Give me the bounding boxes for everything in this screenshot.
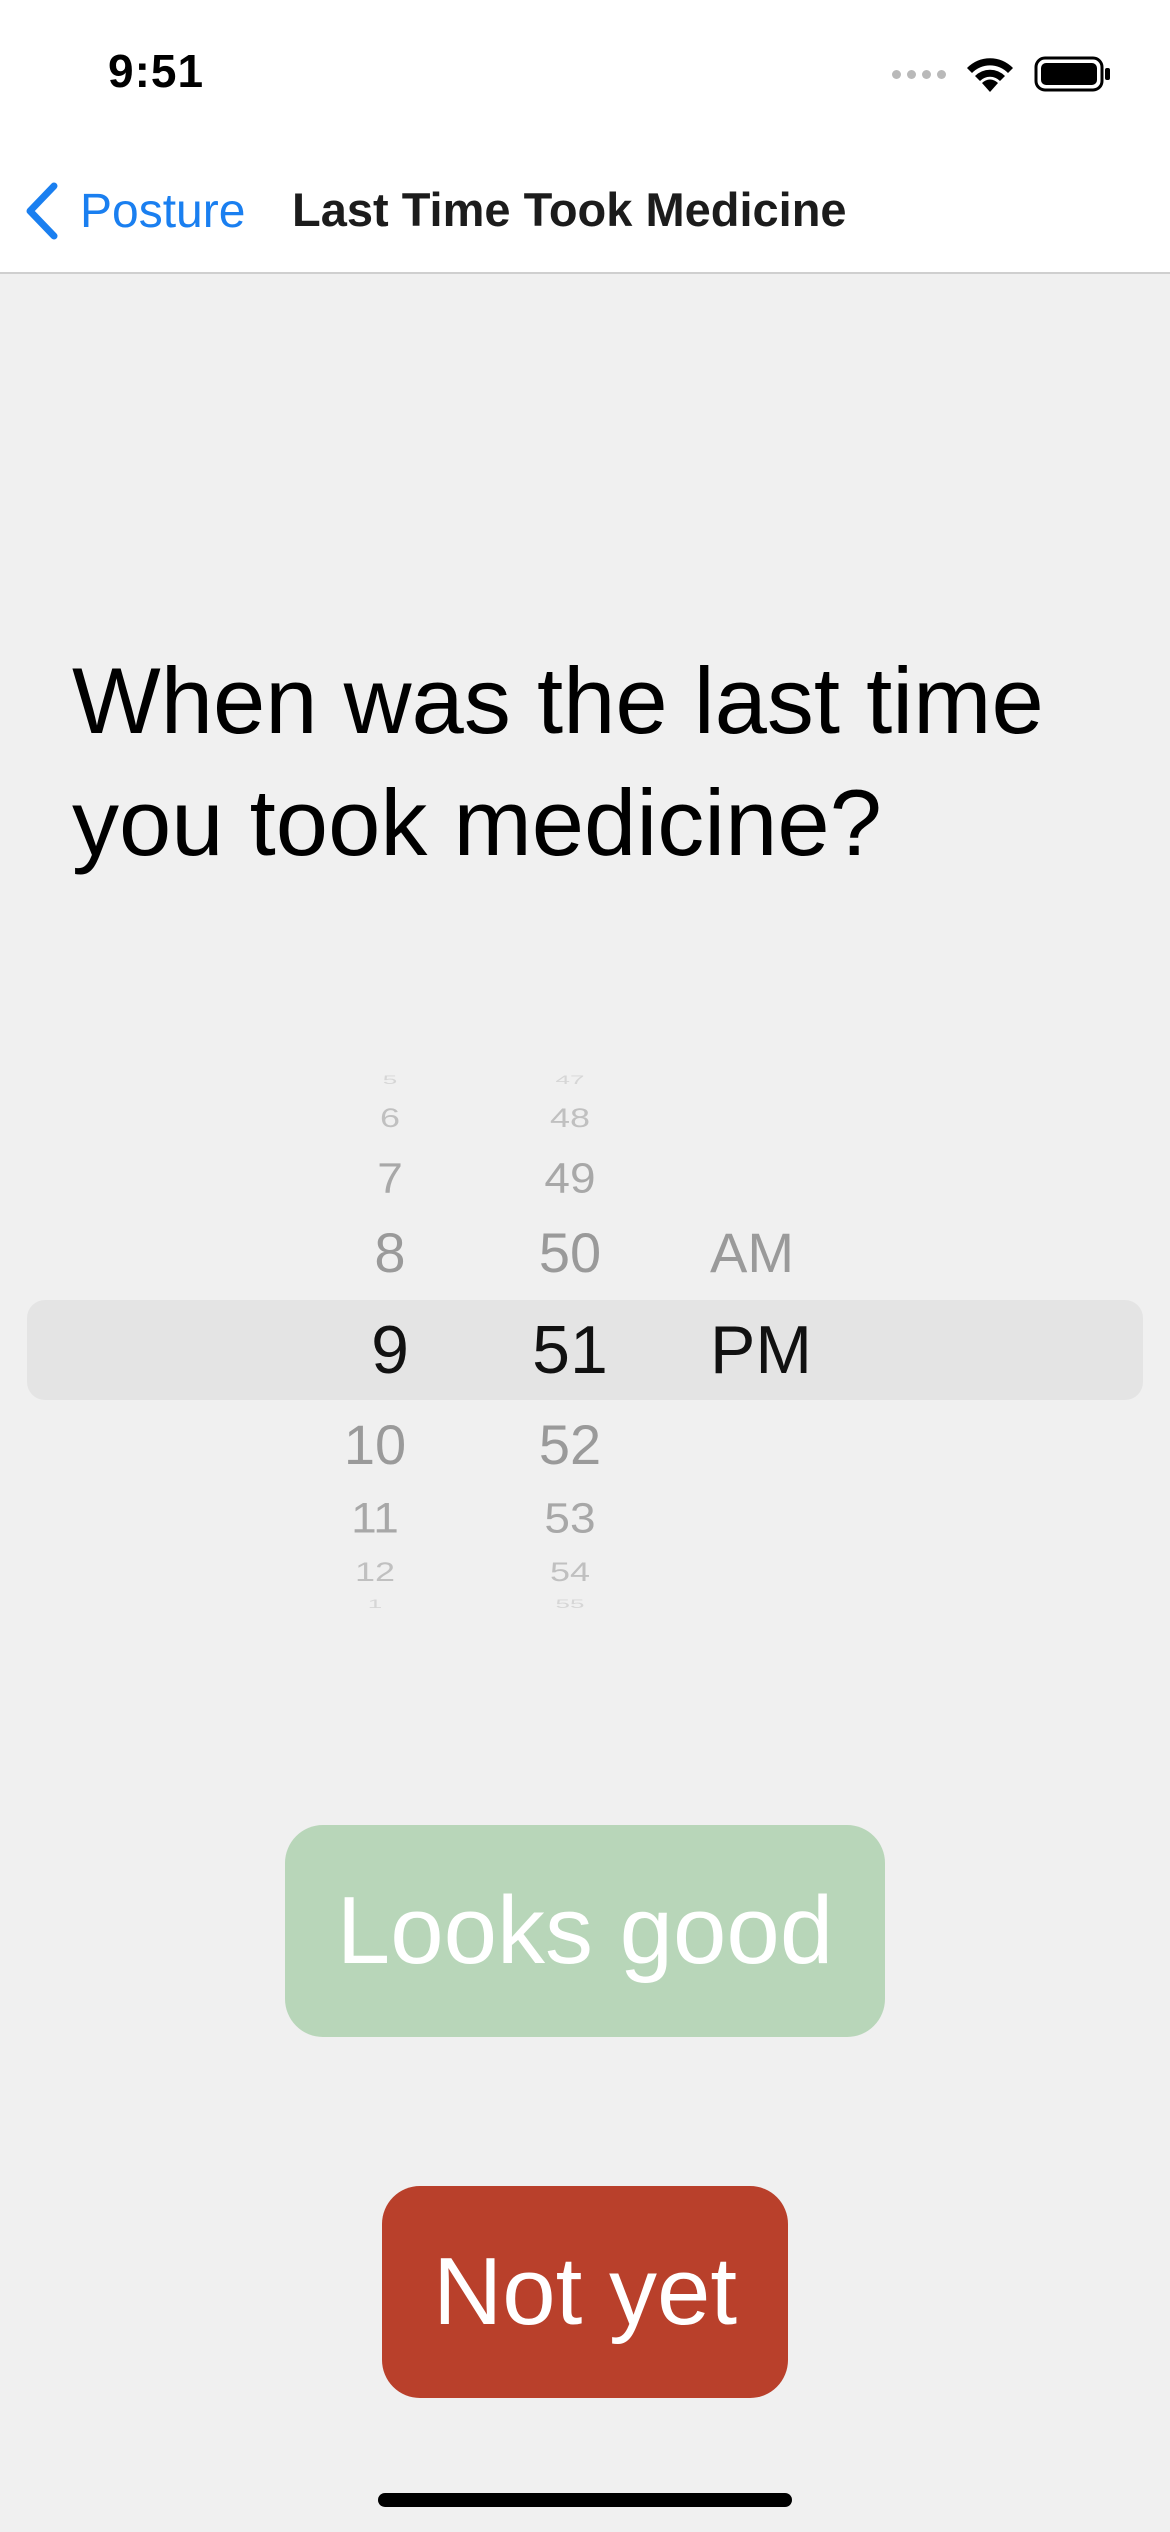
hour-option[interactable]: 7	[300, 1152, 450, 1204]
not-yet-button[interactable]: Not yet	[382, 2186, 788, 2398]
back-button[interactable]: Posture	[22, 174, 245, 248]
minute-option[interactable]: 52	[500, 1410, 640, 1480]
home-indicator	[378, 2493, 792, 2507]
hour-option[interactable]: 10	[300, 1410, 450, 1480]
hour-option[interactable]: 12	[300, 1556, 450, 1589]
status-bar: 9:51	[0, 0, 1170, 150]
hour-option[interactable]: 8	[300, 1218, 450, 1288]
looks-good-button[interactable]: Looks good	[285, 1825, 885, 2037]
minute-selected[interactable]: 51	[500, 1310, 640, 1390]
cellular-signal-icon	[892, 69, 946, 79]
period-wheel[interactable]: AM PM	[690, 1070, 830, 1630]
chevron-left-icon	[26, 182, 58, 240]
hour-option[interactable]: 6	[300, 1102, 450, 1135]
minute-option[interactable]: 53	[500, 1492, 640, 1544]
wifi-icon	[967, 58, 1013, 92]
screen: 9:51 Posture Last Time Took Medicine Whe…	[0, 0, 1170, 2532]
hour-wheel[interactable]: 5 6 7 8 9 10 11 12 1	[300, 1070, 450, 1630]
minute-option[interactable]: 50	[500, 1218, 640, 1288]
minute-wheel[interactable]: 47 48 49 50 51 52 53 54 55	[500, 1070, 640, 1630]
question-text: When was the last time you took medicine…	[72, 640, 1112, 884]
hour-option[interactable]: 11	[300, 1492, 450, 1544]
question-line-2: you took medicine?	[72, 770, 882, 875]
back-label: Posture	[80, 184, 246, 238]
hour-option[interactable]: 1	[300, 1598, 450, 1611]
status-icons	[892, 50, 1112, 98]
period-selected[interactable]: PM	[710, 1310, 830, 1390]
minute-option[interactable]: 49	[500, 1152, 640, 1204]
navigation-bar: Posture Last Time Took Medicine	[0, 150, 1170, 274]
minute-option[interactable]: 54	[500, 1556, 640, 1589]
minute-option[interactable]: 55	[500, 1598, 640, 1611]
minute-option[interactable]: 47	[500, 1074, 640, 1087]
time-picker[interactable]: 5 6 7 8 9 10 11 12 1 47 48 49 50 51 52 5…	[0, 1070, 1170, 1630]
hour-option[interactable]: 5	[300, 1074, 450, 1087]
period-option-am[interactable]: AM	[710, 1218, 830, 1288]
page-title: Last Time Took Medicine	[292, 183, 847, 236]
minute-option[interactable]: 48	[500, 1102, 640, 1135]
hour-selected[interactable]: 9	[300, 1310, 450, 1390]
status-time: 9:51	[108, 45, 205, 97]
battery-icon	[1034, 56, 1110, 92]
question-line-1: When was the last time	[72, 648, 1044, 753]
